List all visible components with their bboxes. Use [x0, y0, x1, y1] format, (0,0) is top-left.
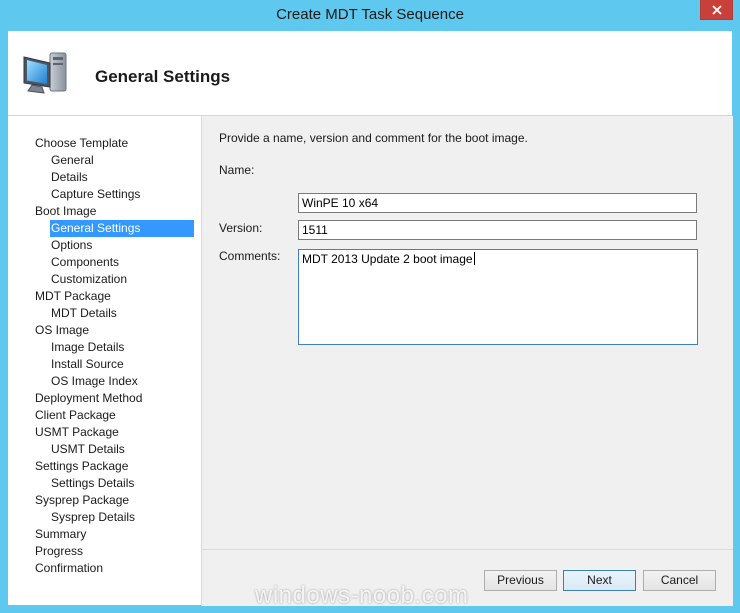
nav-item-customization[interactable]: Customization [8, 271, 201, 288]
nav-item-label: MDT Details [51, 306, 117, 320]
version-input-value: 1511 [302, 223, 328, 237]
nav-item-client-package[interactable]: Client Package [8, 407, 201, 424]
comments-label: Comments: [219, 249, 280, 263]
nav-item-install-source[interactable]: Install Source [8, 356, 201, 373]
close-icon [712, 5, 722, 15]
nav-item-usmt-details[interactable]: USMT Details [8, 441, 201, 458]
nav-item-settings-package[interactable]: Settings Package [8, 458, 201, 475]
nav-item-label: Sysprep Details [51, 510, 136, 524]
nav-item-label: Sysprep Package [35, 493, 130, 507]
nav-item-label: Deployment Method [35, 391, 143, 405]
nav-item-label: Client Package [35, 408, 116, 422]
nav-item-deployment-method[interactable]: Deployment Method [8, 390, 201, 407]
wizard-header: General Settings [8, 31, 732, 116]
nav-item-label: Settings Details [51, 476, 135, 490]
name-label-text: Name: [219, 163, 255, 177]
nav-item-components[interactable]: Components [8, 254, 201, 271]
name-label: Name: [219, 163, 254, 177]
nav-item-label: MDT Package [35, 289, 111, 303]
nav-item-os-image[interactable]: OS Image [8, 322, 201, 339]
nav-item-usmt-package[interactable]: USMT Package [8, 424, 201, 441]
nav-item-label: OS Image [35, 323, 90, 337]
nav-item-summary[interactable]: Summary [8, 526, 201, 543]
nav-item-label: OS Image Index [51, 374, 138, 388]
nav-item-label: Details [51, 170, 88, 184]
nav-item-label: Install Source [51, 357, 124, 371]
nav-item-sysprep-package[interactable]: Sysprep Package [8, 492, 201, 509]
nav-item-confirmation[interactable]: Confirmation [8, 560, 201, 577]
nav-item-label: Confirmation [35, 561, 104, 575]
nav-item-label: Settings Package [35, 459, 129, 473]
nav-item-label: Progress [35, 544, 84, 558]
nav-item-choose-template[interactable]: Choose Template [8, 135, 201, 152]
version-input[interactable]: 1511 [298, 220, 697, 240]
name-input[interactable]: WinPE 10 x64 [298, 193, 697, 213]
version-label: Version: [219, 221, 262, 235]
nav-item-details[interactable]: Details [8, 169, 201, 186]
nav-item-label: Capture Settings [51, 187, 141, 201]
watermark-text: windows-noob.com [255, 582, 469, 609]
page-title: General Settings [95, 67, 231, 86]
comments-textarea-value: MDT 2013 Update 2 boot image [302, 252, 473, 266]
nav-item-label: USMT Details [51, 442, 125, 456]
title-bar[interactable]: Create MDT Task Sequence [0, 0, 740, 31]
nav-item-image-details[interactable]: Image Details [8, 339, 201, 356]
nav-item-label: Choose Template [35, 136, 129, 150]
computer-icon [23, 52, 67, 94]
page-description: Provide a name, version and comment for … [219, 131, 528, 145]
nav-item-capture-settings[interactable]: Capture Settings [8, 186, 201, 203]
nav-list: Choose Template General Details Capture Set… [8, 135, 201, 577]
nav-item-options[interactable]: Options [8, 237, 201, 254]
next-button[interactable]: Next [563, 570, 636, 591]
nav-item-boot-image[interactable]: Boot Image [8, 203, 201, 220]
close-button[interactable] [700, 0, 733, 20]
name-input-value: WinPE 10 x64 [302, 196, 379, 210]
nav-item-os-image-index[interactable]: OS Image Index [8, 373, 201, 390]
nav-item-label: General [51, 153, 94, 167]
comments-textarea[interactable]: MDT 2013 Update 2 boot image [298, 249, 698, 345]
nav-item-general[interactable]: General [8, 152, 201, 169]
nav-item-label: Components [51, 255, 120, 269]
nav-item-mdt-details[interactable]: MDT Details [8, 305, 201, 322]
nav-item-label: Boot Image [35, 204, 97, 218]
nav-item-label: General Settings [50, 220, 194, 237]
window-title: Create MDT Task Sequence [276, 6, 464, 23]
text-caret [473, 252, 475, 265]
cancel-button[interactable]: Cancel [643, 570, 716, 591]
wizard-window: Create MDT Task Sequence General Setting… [0, 0, 740, 613]
nav-item-mdt-package[interactable]: MDT Package [8, 288, 201, 305]
nav-item-label: Options [51, 238, 93, 252]
wizard-steps-nav: Choose Template General Details Capture Set… [8, 116, 201, 605]
nav-item-label: Summary [35, 527, 87, 541]
nav-item-label: Customization [51, 272, 128, 286]
nav-item-general-settings[interactable]: General Settings [8, 220, 201, 237]
nav-item-settings-details[interactable]: Settings Details [8, 475, 201, 492]
nav-item-sysprep-details[interactable]: Sysprep Details [8, 509, 201, 526]
nav-item-label: USMT Package [35, 425, 119, 439]
nav-item-progress[interactable]: Progress [8, 543, 201, 560]
version-label-text: Version: [219, 221, 263, 235]
comments-label-text: Comments: [219, 249, 281, 263]
content-pane: Provide a name, version and comment for … [201, 116, 733, 549]
client-area: General Settings Choose Template General D… [8, 31, 733, 606]
nav-item-label: Image Details [51, 340, 125, 354]
previous-button[interactable]: Previous [484, 570, 557, 591]
